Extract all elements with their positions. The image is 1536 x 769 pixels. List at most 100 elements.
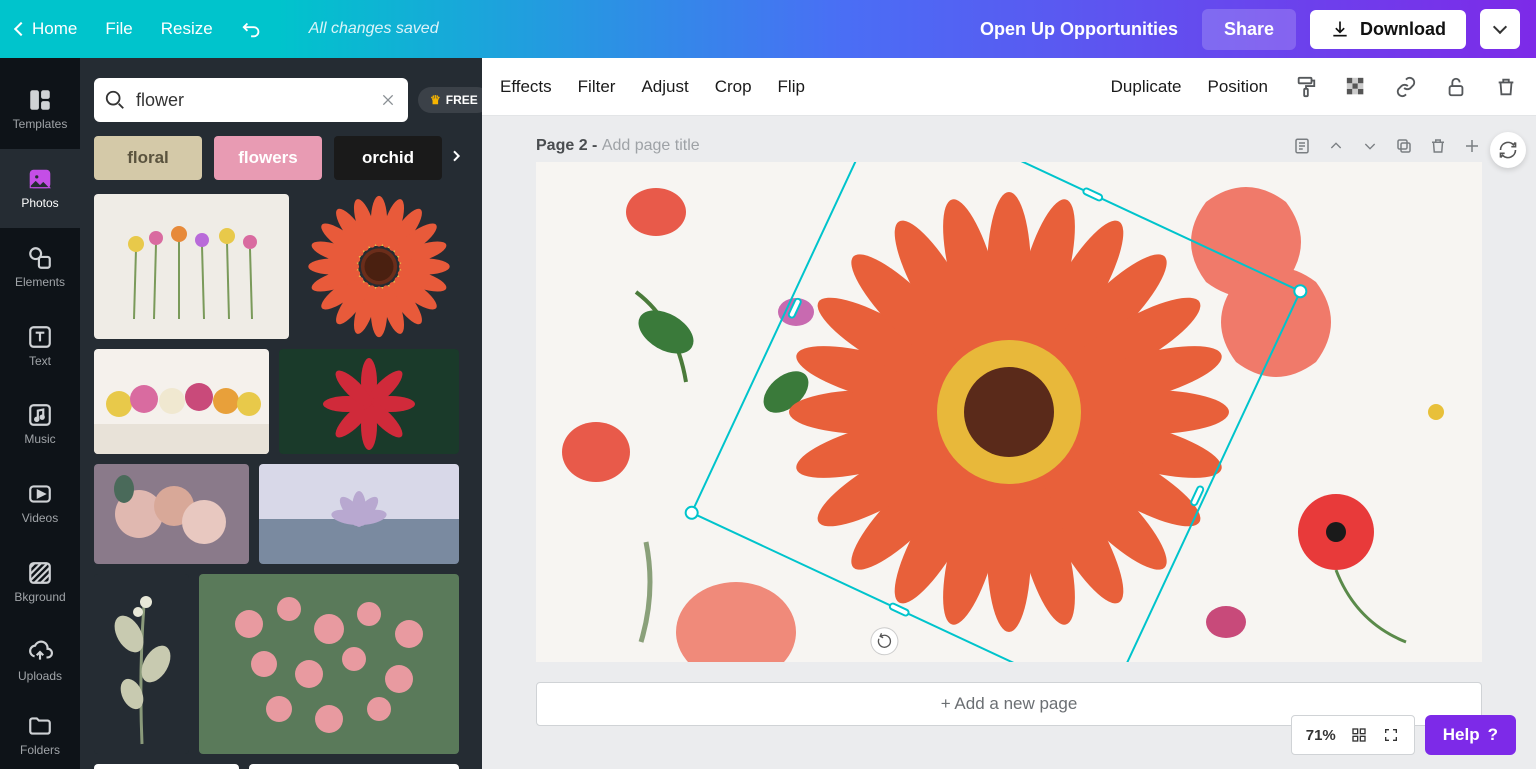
chevron-right-icon <box>448 148 464 164</box>
resize-handle-w[interactable] <box>787 297 804 320</box>
rail-label: Templates <box>13 117 68 131</box>
zoom-level[interactable]: 71% <box>1306 727 1336 744</box>
flip-button[interactable]: Flip <box>778 77 805 97</box>
filter-button[interactable]: Filter <box>578 77 616 97</box>
rail-label: Bkground <box>14 590 65 604</box>
rail-bkground[interactable]: Bkground <box>0 543 80 622</box>
add-page-button[interactable] <box>1462 136 1482 156</box>
context-toolbar: Effects Filter Adjust Crop Flip Duplicat… <box>482 58 1536 116</box>
notes-button[interactable] <box>1292 136 1312 156</box>
crop-button[interactable]: Crop <box>715 77 752 97</box>
delete-page-button[interactable] <box>1428 136 1448 156</box>
chevron-up-icon <box>1328 138 1344 154</box>
expand-icon <box>1383 727 1399 743</box>
chevron-down-icon <box>1493 20 1507 34</box>
lock-button[interactable] <box>1444 75 1468 99</box>
clear-search-button[interactable] <box>378 90 398 110</box>
music-icon <box>27 402 53 428</box>
fullscreen-button[interactable] <box>1382 726 1400 744</box>
adjust-button[interactable]: Adjust <box>641 77 688 97</box>
copy-page-button[interactable] <box>1394 136 1414 156</box>
videos-icon <box>27 481 53 507</box>
elements-icon <box>27 245 53 271</box>
home-label: Home <box>32 19 77 39</box>
rail-uploads[interactable]: Uploads <box>0 621 80 700</box>
download-icon <box>1330 19 1350 39</box>
free-filter-button[interactable]: ♛ FREE <box>418 87 490 113</box>
help-button[interactable]: Help ? <box>1425 715 1516 755</box>
rail-folders[interactable]: Folders <box>0 700 80 769</box>
rail-templates[interactable]: Templates <box>0 70 80 149</box>
rail-label: Photos <box>21 196 58 210</box>
download-menu-button[interactable] <box>1480 9 1520 49</box>
text-icon <box>27 324 53 350</box>
share-button[interactable]: Share <box>1202 9 1296 50</box>
rotate-icon <box>874 631 895 652</box>
link-icon <box>1395 76 1417 98</box>
lock-icon <box>1445 76 1467 98</box>
rail-label: Videos <box>22 511 58 525</box>
photo-thumb[interactable] <box>94 349 269 454</box>
rail-videos[interactable]: Videos <box>0 464 80 543</box>
search-icon <box>104 89 126 111</box>
photo-thumb[interactable] <box>94 764 239 769</box>
chips-next-button[interactable] <box>448 148 468 168</box>
left-rail: Templates Photos Elements Text Music Vid… <box>0 58 80 769</box>
save-status: All changes saved <box>309 20 439 38</box>
paint-roller-icon <box>1295 76 1317 98</box>
rail-photos[interactable]: Photos <box>0 149 80 228</box>
rail-text[interactable]: Text <box>0 306 80 385</box>
chip-floral[interactable]: floral <box>94 136 202 180</box>
rail-label: Elements <box>15 275 65 289</box>
templates-icon <box>27 87 53 113</box>
close-icon <box>380 92 396 108</box>
move-down-button[interactable] <box>1360 136 1380 156</box>
canvas-page[interactable] <box>536 162 1482 662</box>
help-icon: ? <box>1488 725 1498 745</box>
effects-button[interactable]: Effects <box>500 77 552 97</box>
photo-thumb[interactable] <box>249 764 459 769</box>
chip-orchid[interactable]: orchid <box>334 136 442 180</box>
delete-button[interactable] <box>1494 75 1518 99</box>
move-up-button[interactable] <box>1326 136 1346 156</box>
resize-menu[interactable]: Resize <box>161 19 213 39</box>
plus-icon <box>1463 137 1481 155</box>
transparency-icon <box>1345 76 1367 98</box>
grid-icon <box>1351 727 1367 743</box>
trash-icon <box>1429 137 1447 155</box>
rail-music[interactable]: Music <box>0 385 80 464</box>
photo-thumb[interactable] <box>199 574 459 754</box>
photo-thumb[interactable] <box>279 349 459 454</box>
rail-label: Text <box>29 354 51 368</box>
folders-icon <box>27 713 53 739</box>
uploads-icon <box>27 639 53 665</box>
format-painter-button[interactable] <box>1294 75 1318 99</box>
photo-thumb[interactable] <box>94 194 289 339</box>
photo-thumb[interactable] <box>299 194 459 339</box>
side-panel: ♛ FREE floral flowers orchid <box>80 58 482 769</box>
opportunities-link[interactable]: Open Up Opportunities <box>980 19 1178 40</box>
photo-thumb[interactable] <box>259 464 459 564</box>
page-number-label: Page 2 - <box>536 137 602 154</box>
sync-button[interactable] <box>1490 132 1526 168</box>
home-button[interactable]: Home <box>16 19 77 39</box>
photo-thumb[interactable] <box>94 464 249 564</box>
copy-icon <box>1395 137 1413 155</box>
photo-thumb[interactable] <box>94 574 189 754</box>
transparency-button[interactable] <box>1344 75 1368 99</box>
download-button[interactable]: Download <box>1310 10 1466 49</box>
link-button[interactable] <box>1394 75 1418 99</box>
chip-flowers[interactable]: flowers <box>214 136 322 180</box>
note-icon <box>1293 137 1311 155</box>
duplicate-button[interactable]: Duplicate <box>1111 77 1182 97</box>
undo-button[interactable] <box>241 18 263 40</box>
grid-view-button[interactable] <box>1350 726 1368 744</box>
file-menu[interactable]: File <box>105 19 132 39</box>
search-input[interactable] <box>136 90 368 111</box>
photo-results <box>80 190 482 769</box>
zoom-controls: 71% <box>1291 715 1415 755</box>
rail-elements[interactable]: Elements <box>0 228 80 307</box>
position-button[interactable]: Position <box>1208 77 1268 97</box>
sync-icon <box>1498 140 1518 160</box>
page-title-input[interactable]: Add page title <box>602 137 700 154</box>
